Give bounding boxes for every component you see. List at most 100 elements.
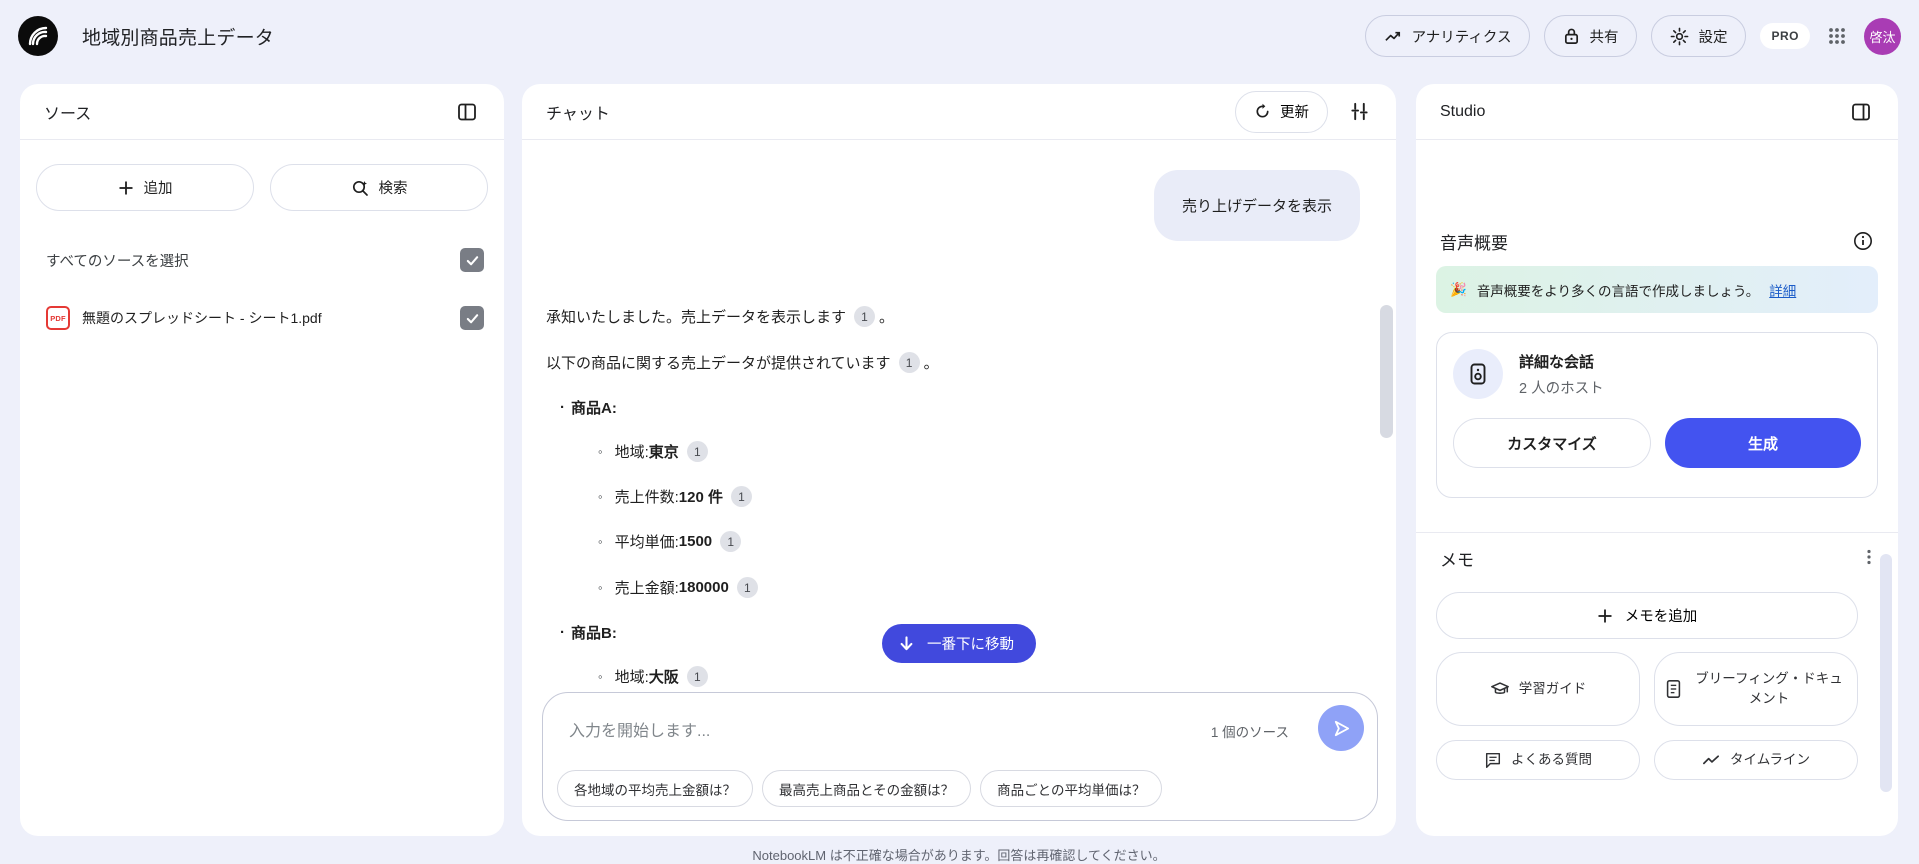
search-sources-button[interactable]: 検索 <box>270 164 488 211</box>
plus-icon <box>118 180 134 196</box>
settings-label: 設定 <box>1698 29 1728 46</box>
add-note-button[interactable]: メモを追加 <box>1436 592 1858 639</box>
info-icon[interactable] <box>1846 224 1880 258</box>
product-field: ◦ 地域: 大阪 1 <box>598 666 712 687</box>
disclaimer-text: NotebookLM は不正確な場合があります。回答は再確認してください。 <box>752 848 1166 863</box>
field-label: 平均単価: <box>614 534 679 551</box>
avatar[interactable]: 啓汰 <box>1864 17 1901 55</box>
faq-label: よくある質問 <box>1511 752 1592 768</box>
citation-chip[interactable]: 1 <box>730 486 752 507</box>
chat-settings-icon[interactable] <box>1342 95 1376 129</box>
apps-grid-icon[interactable] <box>1824 23 1850 49</box>
chat-scrollbar[interactable] <box>1380 305 1393 438</box>
notes-title: メモ <box>1440 551 1474 570</box>
timeline-label: タイムライン <box>1729 752 1811 768</box>
briefing-doc-button[interactable]: ブリーフィング・ドキュメント <box>1654 652 1858 726</box>
add-source-label: 追加 <box>143 181 173 197</box>
studio-scrollbar[interactable] <box>1880 554 1892 792</box>
zigzag-line-icon <box>1702 751 1721 770</box>
assistant-line: 承知いたしました。売上データを表示します 1 。 <box>546 306 894 327</box>
collapse-studio-panel-button[interactable] <box>1844 95 1878 129</box>
share-button[interactable]: 共有 <box>1544 15 1638 57</box>
notebook-title[interactable]: 地域別商品売上データ <box>82 23 274 50</box>
speaker-icon <box>1453 349 1503 399</box>
source-count-label: 1 個のソース <box>1210 725 1289 740</box>
arrow-down-icon <box>898 635 915 652</box>
assistant-period: 。 <box>879 309 895 326</box>
note-buttons-row: 学習ガイド ブリーフィング・ドキュメント <box>1436 652 1858 726</box>
product-name: 商品B: <box>571 625 617 642</box>
sources-panel: ソース 追加 検索 すべてのソースを選択 PDF 無題のスプレッドシート - シ… <box>20 84 504 836</box>
suggestion-chip[interactable]: 各地域の平均売上金額は？ <box>557 770 753 807</box>
sources-title: ソース <box>44 105 92 123</box>
analytics-button[interactable]: アナリティクス <box>1364 15 1531 57</box>
assistant-line: 以下の商品に関する売上データが提供されています 1 。 <box>546 352 939 373</box>
briefing-doc-label: ブリーフィング・ドキュメント <box>1695 671 1843 706</box>
source-actions: 追加 検索 <box>36 164 488 211</box>
gear-icon <box>1670 27 1689 46</box>
lock-icon <box>1563 27 1580 46</box>
product-field: ◦ 平均単価: 1500 1 <box>598 531 745 552</box>
field-label: 地域: <box>614 669 649 686</box>
scroll-to-bottom-button[interactable]: 一番下に移動 <box>882 624 1036 663</box>
chat-header: チャット 更新 <box>522 84 1396 140</box>
field-label: 売上件数: <box>614 489 679 506</box>
field-value: 120 件 <box>678 489 723 506</box>
field-value: 東京 <box>648 444 679 461</box>
speech-bubble-icon <box>1484 751 1502 769</box>
send-button[interactable] <box>1318 705 1364 751</box>
audio-overview-title: 音声概要 <box>1440 234 1508 253</box>
citation-chip[interactable]: 1 <box>736 577 758 598</box>
study-guide-label: 学習ガイド <box>1518 681 1587 697</box>
citation-chip[interactable]: 1 <box>686 441 708 462</box>
search-sparkle-icon <box>351 179 369 197</box>
pdf-file-icon: PDF <box>46 306 70 330</box>
scroll-to-bottom-label: 一番下に移動 <box>927 637 1014 653</box>
document-icon <box>1665 679 1682 699</box>
suggestion-chips: 各地域の平均売上金額は？ 最高売上商品とその金額は？ 商品ごとの平均単価は？ <box>557 770 1163 807</box>
deep-dive-card: 詳細な会話 2 人のホスト カスタマイズ 生成 <box>1436 332 1878 498</box>
timeline-button[interactable]: タイムライン <box>1654 740 1858 780</box>
analytics-label: アナリティクス <box>1411 29 1512 46</box>
assistant-text: 以下の商品に関する売上データが提供されています <box>546 355 891 372</box>
suggestion-chip[interactable]: 最高売上商品とその金額は？ <box>762 770 972 807</box>
select-all-label: すべてのソースを選択 <box>46 253 189 270</box>
generate-button[interactable]: 生成 <box>1665 418 1861 468</box>
citation-chip[interactable]: 1 <box>898 352 920 373</box>
refresh-chat-button[interactable]: 更新 <box>1235 90 1328 133</box>
citation-chip[interactable]: 1 <box>854 306 876 327</box>
banner-details-link[interactable]: 詳細 <box>1769 280 1796 300</box>
faq-button[interactable]: よくある質問 <box>1436 740 1640 780</box>
notebooklm-logo-icon[interactable] <box>18 16 58 56</box>
collapse-sources-panel-button[interactable] <box>450 95 484 129</box>
graduation-cap-icon <box>1490 679 1510 699</box>
deep-dive-subtitle: 2 人のホスト <box>1519 380 1604 397</box>
citation-chip[interactable]: 1 <box>686 666 708 687</box>
studio-header: Studio <box>1416 84 1898 140</box>
pdf-badge: PDF <box>50 313 66 323</box>
search-sources-label: 検索 <box>378 181 408 197</box>
divider <box>1416 532 1898 533</box>
product-bullet: · 商品B: <box>560 624 617 642</box>
chat-title: チャット <box>546 105 610 123</box>
suggestion-chip[interactable]: 商品ごとの平均単価は？ <box>980 770 1163 807</box>
product-field: ◦ 地域: 東京 1 <box>598 441 712 462</box>
field-label: 売上金額: <box>614 580 679 597</box>
deep-dive-title: 詳細な会話 <box>1519 353 1595 371</box>
refresh-icon <box>1254 103 1271 120</box>
share-label: 共有 <box>1589 29 1619 46</box>
field-label: 地域: <box>614 444 649 461</box>
add-source-button[interactable]: 追加 <box>36 164 254 211</box>
study-guide-button[interactable]: 学習ガイド <box>1436 652 1640 726</box>
settings-button[interactable]: 設定 <box>1651 15 1747 57</box>
source-checkbox[interactable] <box>460 306 484 330</box>
chat-input-card: 入力を開始します... 1 個のソース 各地域の平均売上金額は？ 最高売上商品と… <box>542 692 1378 821</box>
select-all-checkbox[interactable] <box>460 248 484 272</box>
sources-header: ソース <box>20 84 504 140</box>
select-all-row: すべてのソースを選択 <box>20 242 504 278</box>
source-item-row[interactable]: PDF 無題のスプレッドシート - シート1.pdf <box>20 296 504 340</box>
product-name: 商品A: <box>571 400 617 417</box>
chat-input[interactable]: 入力を開始します... <box>569 717 710 741</box>
citation-chip[interactable]: 1 <box>720 531 742 552</box>
customize-button[interactable]: カスタマイズ <box>1453 418 1651 468</box>
